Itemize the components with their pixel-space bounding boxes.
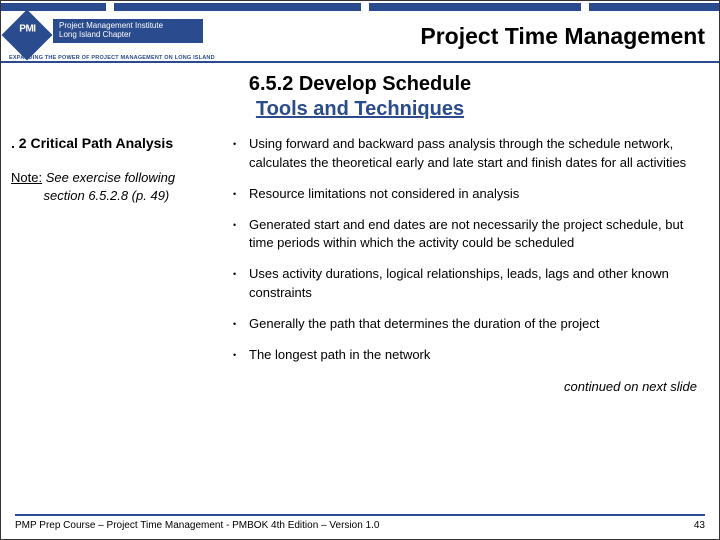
note: Note: See exercise following section 6.5…: [11, 169, 221, 204]
footer: PMP Prep Course – Project Time Managemen…: [1, 514, 719, 531]
logo-diamond-icon: PMI: [2, 10, 53, 61]
logo-tagline: EXPANDING THE POWER OF PROJECT MANAGEMEN…: [9, 55, 215, 61]
logo-line1: Project Management Institute: [59, 21, 163, 30]
top-stripe: [1, 3, 719, 11]
bullet-item: Generally the path that determines the d…: [231, 315, 701, 334]
bullet-item: Uses activity durations, logical relatio…: [231, 265, 701, 303]
logo-text: Project Management Institute Long Island…: [53, 19, 203, 43]
slide: PMI Project Management Institute Long Is…: [0, 0, 720, 540]
bullet-item: Generated start and end dates are not ne…: [231, 216, 701, 254]
bullet-item: The longest path in the network: [231, 346, 701, 365]
note-body1: See exercise following: [46, 170, 175, 185]
header: PMI Project Management Institute Long Is…: [1, 1, 719, 63]
logo-abbr: PMI: [19, 24, 35, 35]
footer-line: PMP Prep Course – Project Time Managemen…: [15, 514, 705, 531]
content: . 2 Critical Path Analysis Note: See exe…: [1, 121, 719, 377]
subtitle-line2: Tools and Techniques: [1, 98, 719, 121]
bullet-list: Using forward and backward pass analysis…: [231, 135, 701, 365]
footer-left: PMP Prep Course – Project Time Managemen…: [15, 520, 379, 531]
bullet-item: Using forward and backward pass analysis…: [231, 135, 701, 173]
left-column: . 2 Critical Path Analysis Note: See exe…: [11, 135, 231, 377]
continued-label: continued on next slide: [1, 379, 719, 394]
note-body2: section 6.5.2.8 (p. 49): [44, 188, 170, 203]
subtitle-line1: 6.5.2 Develop Schedule: [1, 73, 719, 96]
page-number: 43: [694, 520, 705, 531]
right-column: Using forward and backward pass analysis…: [231, 135, 701, 377]
topic-heading: . 2 Critical Path Analysis: [11, 135, 221, 151]
page-title: Project Time Management: [420, 23, 705, 50]
pmi-logo: PMI Project Management Institute Long Is…: [9, 15, 244, 55]
logo-line2: Long Island Chapter: [59, 30, 131, 39]
note-label: Note:: [11, 170, 42, 185]
bullet-item: Resource limitations not considered in a…: [231, 185, 701, 204]
